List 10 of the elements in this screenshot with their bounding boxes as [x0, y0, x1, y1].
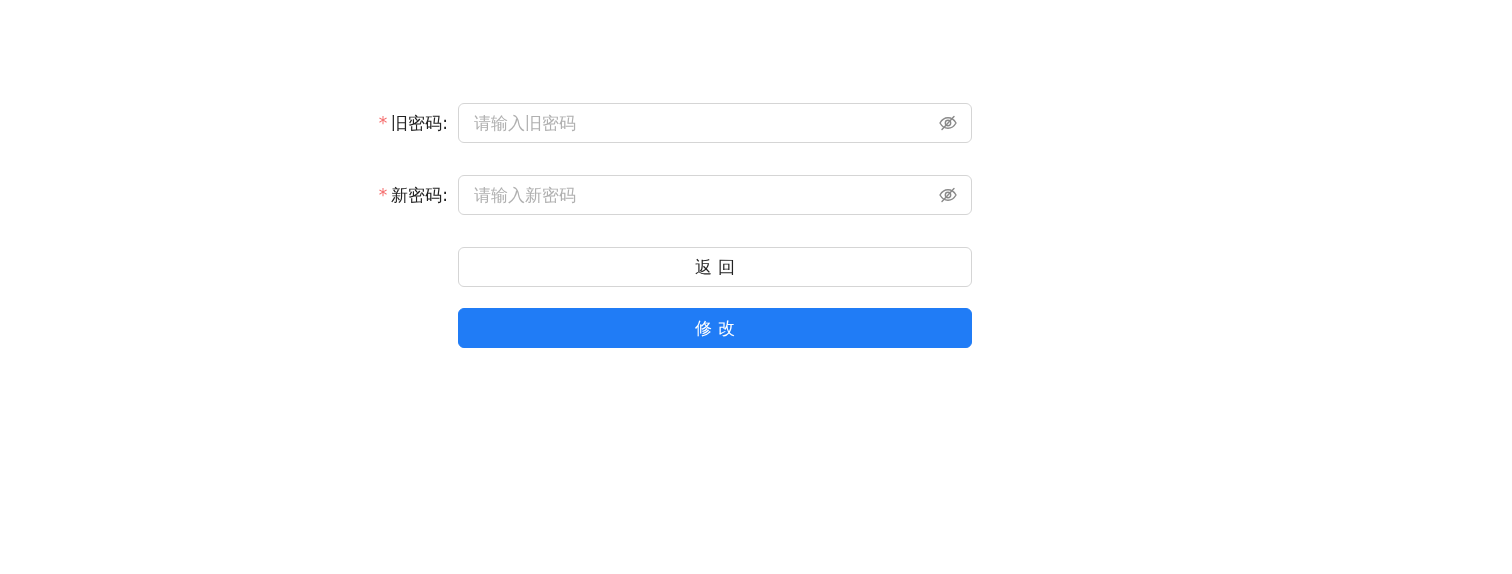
required-mark: *: [378, 113, 388, 133]
field-label: 新密码:: [391, 183, 448, 207]
required-mark: *: [378, 185, 388, 205]
field-label: 旧密码:: [391, 111, 448, 135]
password-field[interactable]: 请输入新密码: [458, 175, 972, 215]
submit-button[interactable]: 修 改: [458, 308, 972, 348]
password-field[interactable]: 请输入旧密码: [458, 103, 972, 143]
back-button[interactable]: 返 回: [458, 247, 972, 287]
eye-slash-icon[interactable]: [938, 185, 958, 205]
eye-slash-icon[interactable]: [938, 113, 958, 133]
